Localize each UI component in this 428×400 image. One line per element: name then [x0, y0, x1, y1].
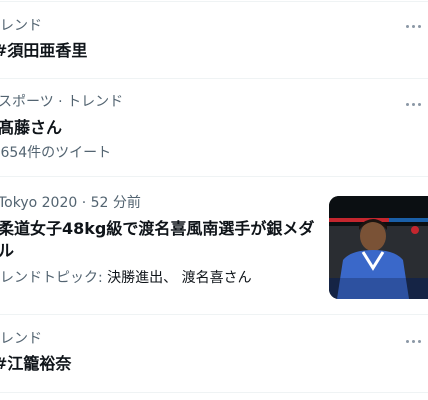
news-time: · 52 分前 [77, 195, 141, 211]
more-dots-icon[interactable] [406, 23, 422, 29]
news-source: Tokyo 2020 [0, 195, 78, 211]
athlete-photo-image [329, 196, 428, 299]
news-meta: Tokyo 2020 · 52 分前 [0, 194, 141, 212]
trend-title: #江籠裕奈 [0, 354, 72, 373]
news-thumbnail [329, 196, 428, 299]
news-headline: 柔道女子48kg級で渡名喜風南選手が銀メダル [0, 219, 315, 260]
trend-context: スポーツ · トレンド [0, 94, 124, 110]
more-dots-icon[interactable] [406, 338, 422, 344]
trend-context: トレンド [0, 331, 42, 347]
more-dots-icon[interactable] [406, 101, 422, 107]
trend-context: トレンド [0, 18, 42, 34]
trend-item[interactable]: トレンド #須田亜香里 [0, 0, 428, 78]
trend-item[interactable]: トレンド #江籠裕奈 [0, 315, 428, 393]
tweet-count: ,654件のツイート [0, 145, 112, 161]
trend-title: 髙藤さん [0, 118, 63, 137]
divider [0, 392, 428, 393]
trend-item[interactable]: スポーツ · トレンド 髙藤さん ,654件のツイート [0, 79, 428, 175]
topic-label: トレンドトピック: [0, 270, 103, 286]
topic-items: 決勝進出、 渡名喜さん [107, 270, 252, 286]
trending-topics: トレンドトピック: 決勝進出、 渡名喜さん [0, 269, 252, 287]
trend-title: #須田亜香里 [0, 41, 88, 60]
